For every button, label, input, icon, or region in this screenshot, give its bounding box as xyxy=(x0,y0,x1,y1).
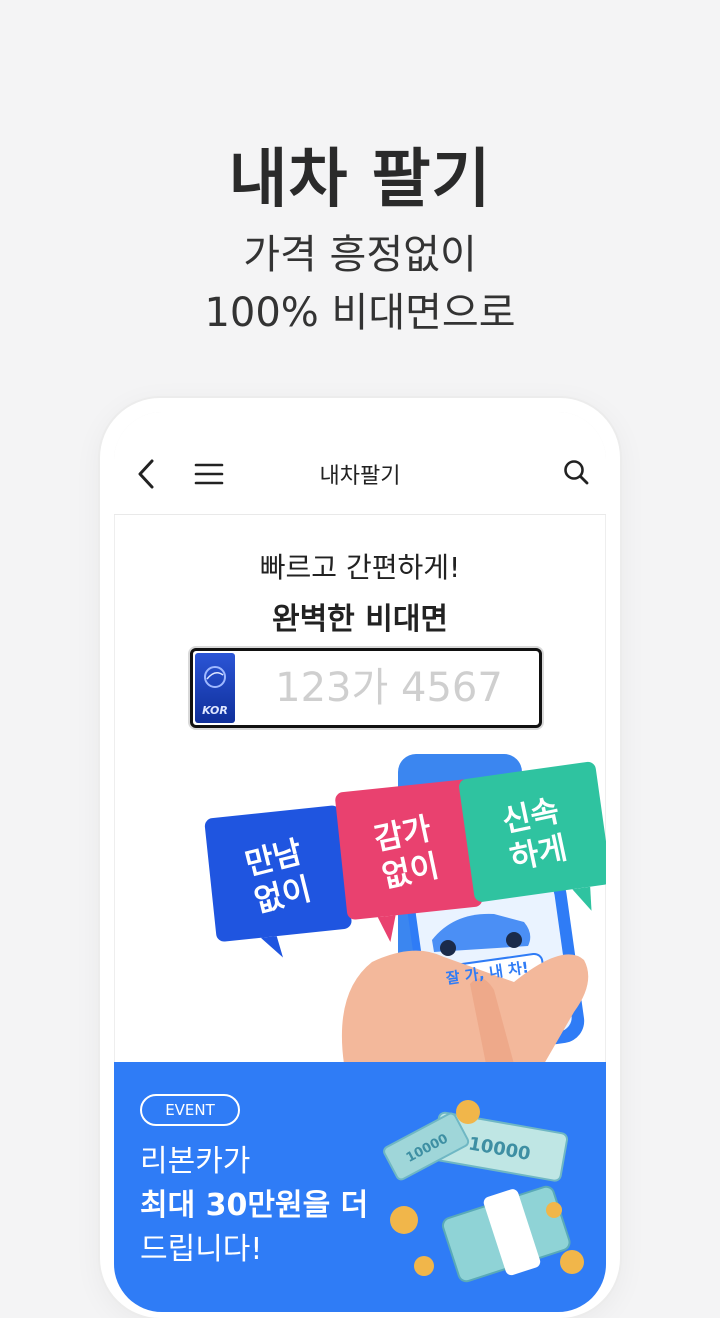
event-banner[interactable]: EVENT 리본카가 최대 30만원을 더 드립니다! 10000 10000 xyxy=(114,1062,606,1312)
event-line3: 드립니다! xyxy=(140,1232,263,1267)
license-plate-input[interactable] xyxy=(247,657,531,719)
kor-label: KOR xyxy=(202,704,228,717)
event-line2: 최대 30만원을 더 xyxy=(140,1188,369,1223)
page-title: 내차팔기 xyxy=(319,464,401,489)
cash-bundle-illustration: 10000 10000 xyxy=(383,1100,584,1283)
korea-plate-badge: KOR xyxy=(195,653,235,723)
app-header: 내차팔기 xyxy=(114,412,606,515)
event-tag: EVENT xyxy=(140,1094,240,1126)
phone-frame: 내차팔기 빠르고 간편하게! 완벽한 비대면 KOR 123가 4567 만남 … xyxy=(100,398,620,1318)
promo-subtitle-line2: 100% 비대면으로 xyxy=(204,290,516,336)
hero-illustration: 만남 없이 감가 없이 신속 하게 잘 가, 내 차! xyxy=(204,754,606,1064)
hero-headline: 빠르고 간편하게! xyxy=(259,551,461,584)
promo-subtitle-line1: 가격 흥정없이 xyxy=(243,232,477,278)
hero-subheadline: 완벽한 비대면 xyxy=(271,602,449,637)
event-line1: 리본카가 xyxy=(140,1144,251,1179)
license-plate-field[interactable]: KOR xyxy=(190,648,542,728)
globe-emblem-icon xyxy=(204,666,226,688)
promo-title: 내차 팔기 xyxy=(228,143,492,217)
search-icon[interactable] xyxy=(562,458,590,486)
promo-subtitle: 가격 흥정없이 100% 비대면으로 xyxy=(0,226,720,342)
phone-screen: 내차팔기 빠르고 간편하게! 완벽한 비대면 KOR 123가 4567 만남 … xyxy=(114,412,606,1312)
